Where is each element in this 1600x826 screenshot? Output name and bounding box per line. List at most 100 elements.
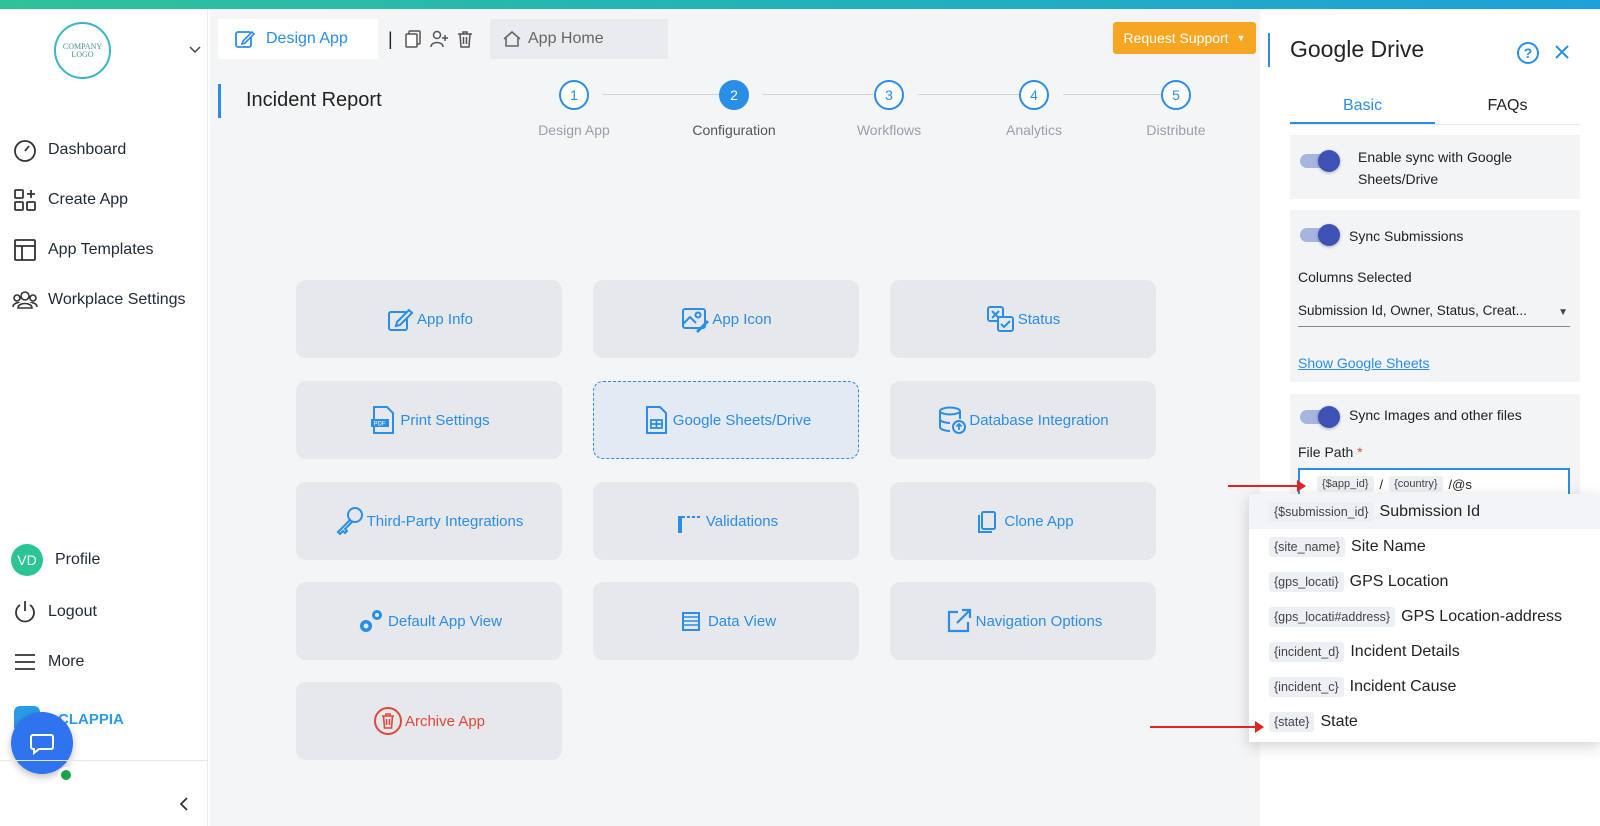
title-accent-bar xyxy=(218,84,221,118)
panel-tabs: Basic FAQs xyxy=(1290,89,1580,125)
file-path-label-text: File Path xyxy=(1298,444,1354,460)
card-validations[interactable]: Validations xyxy=(593,482,859,560)
suggestion-item[interactable]: {state} State xyxy=(1249,704,1600,739)
step-workflows[interactable]: 3 Workflows xyxy=(829,80,949,138)
card-status[interactable]: Status xyxy=(890,280,1156,358)
sidebar-item-label: Dashboard xyxy=(48,141,127,158)
suggestion-chip: {gps_locati} xyxy=(1269,571,1344,592)
card-third-party-integrations[interactable]: Third-Party Integrations xyxy=(296,482,562,560)
step-label: Design App xyxy=(538,122,610,138)
suggestion-chip: {incident_d} xyxy=(1269,641,1345,662)
card-label: Default App View xyxy=(388,612,502,630)
card-app-info[interactable]: App Info xyxy=(296,280,562,358)
create-app-icon xyxy=(14,189,36,211)
trash-icon[interactable] xyxy=(455,29,475,49)
sidebar-item-create-app[interactable]: Create App xyxy=(12,185,128,215)
caret-down-icon: ▼ xyxy=(1236,33,1246,43)
card-database-integration[interactable]: Database Integration xyxy=(890,381,1156,459)
step-label: Distribute xyxy=(1146,122,1206,138)
online-status-dot xyxy=(58,767,74,783)
tab-app-home[interactable]: App Home xyxy=(490,19,668,59)
tab-actions: | xyxy=(378,19,488,59)
card-clone-app[interactable]: Clone App xyxy=(890,482,1156,560)
annotation-arrow xyxy=(1150,721,1264,733)
sync-images-label: Sync Images and other files xyxy=(1349,407,1522,423)
sidebar-item-more[interactable]: More xyxy=(12,647,84,677)
suggestion-label: Site Name xyxy=(1351,537,1426,555)
avatar: VD xyxy=(11,544,43,576)
suggestion-label: Incident Cause xyxy=(1349,677,1457,695)
pdf-icon: PDF xyxy=(371,406,395,434)
step-analytics[interactable]: 4 Analytics xyxy=(974,80,1094,138)
image-edit-icon xyxy=(682,308,710,333)
help-icon[interactable]: ? xyxy=(1517,42,1539,64)
edit-icon xyxy=(235,30,256,48)
tab-separator: | xyxy=(388,28,393,49)
table-icon xyxy=(681,612,700,631)
sync-submissions-toggle[interactable] xyxy=(1300,224,1340,246)
suggestion-item[interactable]: {incident_c} Incident Cause xyxy=(1249,669,1600,704)
external-link-icon xyxy=(947,608,971,633)
sidebar-item-workplace-settings[interactable]: Workplace Settings xyxy=(12,285,186,315)
columns-select[interactable]: Submission Id, Owner, Status, Creat... ▼ xyxy=(1298,303,1570,327)
tab-label: Design App xyxy=(266,30,348,47)
show-google-sheets-link[interactable]: Show Google Sheets xyxy=(1298,355,1430,371)
card-google-sheets-drive[interactable]: Google Sheets/Drive xyxy=(593,381,859,459)
menu-icon xyxy=(15,654,35,670)
suggestion-item[interactable]: {site_name} Site Name xyxy=(1249,529,1600,564)
suggestion-item[interactable]: {gps_locati#address} GPS Location-addres… xyxy=(1249,599,1600,634)
chevron-down-icon[interactable] xyxy=(188,42,202,56)
suggestion-item[interactable]: {gps_locati} GPS Location xyxy=(1249,564,1600,599)
card-label: Validations xyxy=(705,512,779,530)
suggestion-label: Incident Details xyxy=(1350,642,1460,660)
required-mark: * xyxy=(1357,444,1363,460)
sync-images-toggle[interactable] xyxy=(1300,406,1340,428)
close-icon[interactable] xyxy=(1552,42,1572,62)
typed-text: /@s xyxy=(1448,476,1472,492)
card-navigation-options[interactable]: Navigation Options xyxy=(890,582,1156,660)
sidebar-item-profile[interactable]: VD Profile xyxy=(11,544,100,576)
card-label: Clone App xyxy=(1004,512,1074,530)
copy-icon[interactable] xyxy=(403,29,423,49)
step-design-app[interactable]: 1 Design App xyxy=(514,80,634,138)
suggestion-item[interactable]: {incident_d} Incident Details xyxy=(1249,634,1600,669)
chevron-left-icon[interactable] xyxy=(176,796,192,812)
request-support-button[interactable]: Request Support ▼ xyxy=(1113,22,1256,54)
main-content: Design App | App Home Request Support ▼ … xyxy=(210,9,1260,826)
top-gradient-bar xyxy=(0,0,1600,9)
card-print-settings[interactable]: PDF Print Settings xyxy=(296,381,562,459)
panel-title: Google Drive xyxy=(1290,36,1425,62)
templates-icon xyxy=(14,239,36,261)
path-chip: {$app_id} xyxy=(1317,476,1374,492)
suggestion-chip: {$submission_id} xyxy=(1269,501,1374,522)
svg-text:PDF: PDF xyxy=(374,422,386,428)
enable-sync-toggle[interactable] xyxy=(1300,150,1340,172)
card-data-view[interactable]: Data View xyxy=(593,582,859,660)
card-default-app-view[interactable]: Default App View xyxy=(296,582,562,660)
card-archive-app[interactable]: Archive App xyxy=(296,682,562,760)
tab-basic[interactable]: Basic xyxy=(1290,97,1435,115)
tab-faqs[interactable]: FAQs xyxy=(1435,97,1580,115)
logout-label: Logout xyxy=(48,603,97,620)
sidebar-item-label: Workplace Settings xyxy=(48,291,186,308)
logo-text: COMPANY LOGO xyxy=(62,41,103,59)
chat-button[interactable] xyxy=(11,712,73,774)
annotation-arrow xyxy=(1228,480,1306,492)
company-logo[interactable]: COMPANY LOGO xyxy=(54,22,111,79)
card-label: Navigation Options xyxy=(975,612,1103,630)
step-number: 5 xyxy=(1161,80,1191,110)
add-user-icon[interactable] xyxy=(429,29,449,49)
suggestion-label: GPS Location xyxy=(1349,572,1449,590)
sheet-icon xyxy=(645,406,667,434)
tab-design-app[interactable]: Design App xyxy=(218,19,378,59)
sidebar-item-dashboard[interactable]: Dashboard xyxy=(12,135,126,165)
suggestion-item[interactable]: {$submission_id} Submission Id xyxy=(1249,494,1600,529)
step-configuration[interactable]: 2 Configuration xyxy=(674,80,794,138)
sidebar-item-logout[interactable]: Logout xyxy=(12,597,97,627)
step-label: Analytics xyxy=(1005,122,1063,138)
sidebar-item-app-templates[interactable]: App Templates xyxy=(12,235,154,265)
card-label: App Info xyxy=(417,310,473,328)
card-app-icon[interactable]: App Icon xyxy=(593,280,859,358)
suggestion-chip: {site_name} xyxy=(1269,536,1346,557)
step-distribute[interactable]: 5 Distribute xyxy=(1116,80,1236,138)
